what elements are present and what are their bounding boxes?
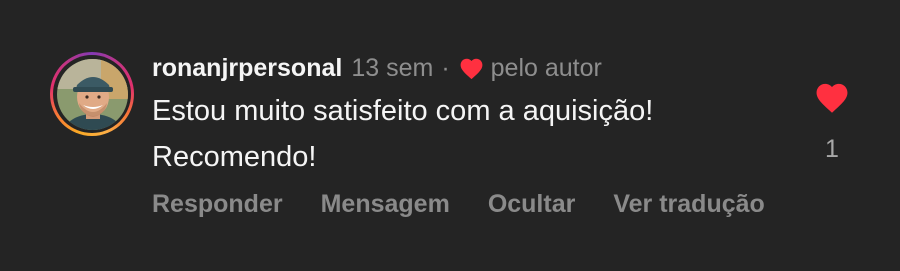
avatar-ring-gap <box>53 55 131 133</box>
comment-text: Estou muito satisfeito com a aquisição! … <box>152 95 654 173</box>
comment-actions: Responder Mensagem Ocultar Ver tradução <box>152 190 765 219</box>
avatar[interactable] <box>56 58 128 130</box>
heart-icon <box>458 56 485 80</box>
reply-button[interactable]: Responder <box>152 190 283 219</box>
comment-item: ronanjrpersonal 13 sem · pelo autor Esto… <box>0 0 900 271</box>
see-translation-button[interactable]: Ver tradução <box>613 190 764 219</box>
comment-header: ronanjrpersonal 13 sem · pelo autor <box>152 52 602 84</box>
comment-timestamp: 13 sem <box>351 53 434 82</box>
avatar-story-ring[interactable] <box>50 52 134 136</box>
hide-button[interactable]: Ocultar <box>488 190 576 219</box>
heart-icon <box>816 83 848 113</box>
like-count[interactable]: 1 <box>810 135 854 164</box>
username-link[interactable]: ronanjrpersonal <box>152 54 342 83</box>
liked-by-author-label: pelo autor <box>490 53 602 82</box>
separator-dot: · <box>441 53 450 82</box>
message-button[interactable]: Mensagem <box>321 190 450 219</box>
like-button[interactable] <box>813 80 851 114</box>
